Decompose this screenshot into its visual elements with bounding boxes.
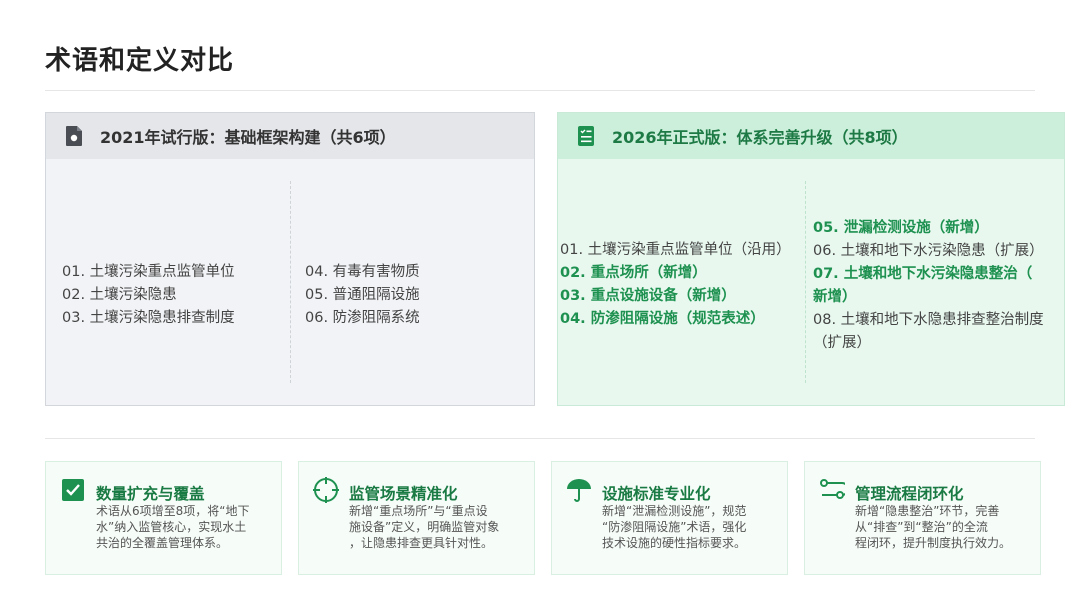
card-desc-line: ，让隐患排查更具针对性。 <box>349 536 494 550</box>
checklist-icon <box>576 125 596 147</box>
card-scene: 监管场景精准化 新增“重点场所”与“重点设 施设备”定义，明确监管对象 ，让隐患… <box>298 461 535 575</box>
list-item-new: 05. 泄漏检测设施（新增） <box>813 220 989 236</box>
list-item: 04. 有毒有害物质 <box>305 264 420 280</box>
card-title: 管理流程闭环化 <box>855 485 964 503</box>
flow-icon <box>819 477 845 503</box>
card-desc-line: 施设备”定义，明确监管对象 <box>349 520 500 534</box>
card-title: 监管场景精准化 <box>349 485 458 503</box>
list-item: 02. 土壤污染隐患 <box>62 287 177 303</box>
list-item: 01. 土壤污染重点监管单位（沿用） <box>560 242 791 258</box>
card-title: 数量扩充与覆盖 <box>96 485 205 503</box>
card-facility: 设施标准专业化 新增“泄漏检测设施”，规范 “防渗阻隔设施”术语，强化 技术设施… <box>551 461 788 575</box>
list-item-new: 新增） <box>813 289 857 305</box>
card-desc-line: 新增“重点场所”与“重点设 <box>349 504 488 518</box>
list-item: 05. 普通阻隔设施 <box>305 287 420 303</box>
panel-2021-title: 2021年试行版：基础框架构建（共6项） <box>100 128 396 147</box>
title-divider <box>45 90 1035 91</box>
panel-2021: 2021年试行版：基础框架构建（共6项） 01. 土壤污染重点监管单位 02. … <box>45 112 535 406</box>
card-desc-line: 共治的全覆盖管理体系。 <box>96 536 229 550</box>
crosshair-icon <box>313 477 339 503</box>
column-divider <box>290 181 291 383</box>
card-desc-line: 术语从6项增至8项，将“地下 <box>96 504 250 518</box>
card-description: 新增“重点场所”与“重点设 施设备”定义，明确监管对象 ，让隐患排查更具针对性。 <box>349 503 526 551</box>
panel-2026-left-list: 01. 土壤污染重点监管单位（沿用） 02. 重点场所（新增） 03. 重点设施… <box>560 239 791 331</box>
document-icon <box>64 125 84 147</box>
page-title: 术语和定义对比 <box>45 46 235 76</box>
card-quantity: 数量扩充与覆盖 术语从6项增至8项，将“地下 水”纳入监管核心，实现水土 共治的… <box>45 461 282 575</box>
panel-2026: 2026年正式版：体系完善升级（共8项） 01. 土壤污染重点监管单位（沿用） … <box>557 112 1065 406</box>
card-desc-line: “防渗阻隔设施”术语，强化 <box>602 520 747 534</box>
card-description: 术语从6项增至8项，将“地下 水”纳入监管核心，实现水土 共治的全覆盖管理体系。 <box>96 503 273 551</box>
panel-2026-right-list: 05. 泄漏检测设施（新增） 06. 土壤和地下水污染隐患（扩展） 07. 土壤… <box>813 217 1044 355</box>
column-divider <box>805 181 806 383</box>
panel-2021-header: 2021年试行版：基础框架构建（共6项） <box>46 113 534 159</box>
card-desc-line: 新增“泄漏检测设施”，规范 <box>602 504 747 518</box>
card-desc-line: 水”纳入监管核心，实现水土 <box>96 520 247 534</box>
list-item-new: 04. 防渗阻隔设施（规范表述） <box>560 311 765 327</box>
panel-2026-header: 2026年正式版：体系完善升级（共8项） <box>558 113 1064 159</box>
card-desc-line: 从“排查”到“整治”的全流 <box>855 520 988 534</box>
panel-2021-left-list: 01. 土壤污染重点监管单位 02. 土壤污染隐患 03. 土壤污染隐患排查制度 <box>62 261 235 330</box>
umbrella-icon <box>566 477 592 503</box>
list-item-new: 07. 土壤和地下水污染隐患整治（ <box>813 266 1033 282</box>
list-item: （扩展） <box>813 335 871 351</box>
list-item: 03. 土壤污染隐患排查制度 <box>62 310 235 326</box>
section-divider <box>45 438 1035 439</box>
card-desc-line: 程闭环，提升制度执行效力。 <box>855 536 1012 550</box>
card-desc-line: 新增“隐患整治”环节，完善 <box>855 504 1000 518</box>
list-item: 06. 防渗阻隔系统 <box>305 310 420 326</box>
list-item-new: 03. 重点设施设备（新增） <box>560 288 736 304</box>
list-item-new: 02. 重点场所（新增） <box>560 265 707 281</box>
check-square-icon <box>60 477 86 503</box>
card-process: 管理流程闭环化 新增“隐患整治”环节，完善 从“排查”到“整治”的全流 程闭环，… <box>804 461 1041 575</box>
card-description: 新增“泄漏检测设施”，规范 “防渗阻隔设施”术语，强化 技术设施的硬性指标要求。 <box>602 503 779 551</box>
list-item: 01. 土壤污染重点监管单位 <box>62 264 235 280</box>
list-item: 06. 土壤和地下水污染隐患（扩展） <box>813 243 1044 259</box>
panel-2021-right-list: 04. 有毒有害物质 05. 普通阻隔设施 06. 防渗阻隔系统 <box>305 261 420 330</box>
panel-2026-title: 2026年正式版：体系完善升级（共8项） <box>612 128 908 147</box>
card-description: 新增“隐患整治”环节，完善 从“排查”到“整治”的全流 程闭环，提升制度执行效力… <box>855 503 1032 551</box>
list-item: 08. 土壤和地下水隐患排查整治制度 <box>813 312 1044 328</box>
card-desc-line: 技术设施的硬性指标要求。 <box>602 536 747 550</box>
card-title: 设施标准专业化 <box>602 485 711 503</box>
